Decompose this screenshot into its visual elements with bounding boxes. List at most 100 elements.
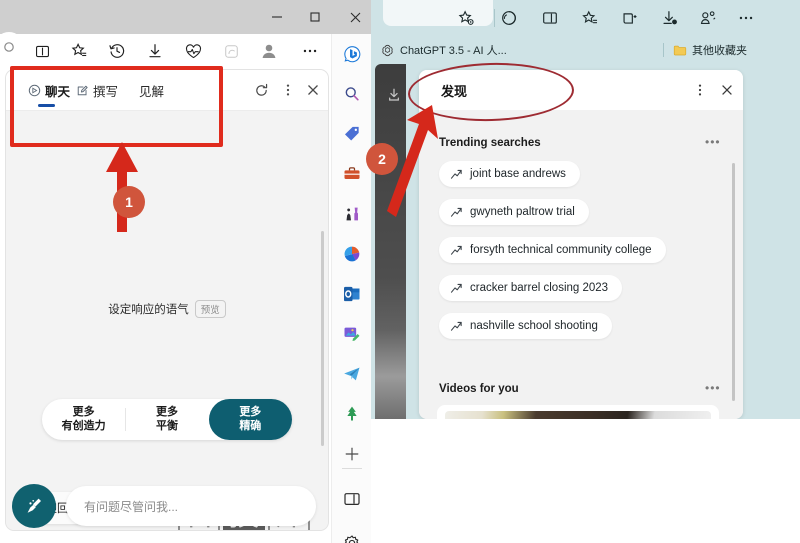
- chat-input[interactable]: 有问题尽管问我...: [66, 486, 316, 526]
- video-thumbnail: [445, 411, 711, 419]
- trending-chip-label: cracker barrel closing 2023: [470, 282, 609, 294]
- favorites-icon[interactable]: [577, 5, 603, 31]
- close-icon[interactable]: [303, 80, 323, 100]
- tone-selector: 更多 有创造力 更多 平衡 更多 精确: [42, 399, 292, 440]
- add-favorite-icon[interactable]: [453, 5, 479, 31]
- right-window-content: 发现 Trending searches ••• joint base andr…: [371, 64, 800, 419]
- sidebar-item-telegram[interactable]: [336, 358, 368, 390]
- more-options-icon[interactable]: [733, 5, 759, 31]
- page-background-strip: [375, 64, 406, 419]
- copilot-chat-pane: 聊天 撰写 见解 设定响应的语气 预览 更多 有创造力 更多 平衡 更多 精确 …: [6, 70, 328, 530]
- sidebar-divider: [342, 468, 362, 469]
- trending-chip-label: joint base andrews: [470, 168, 566, 180]
- edge-grey-icon[interactable]: [218, 38, 244, 64]
- left-window-toolbar: [0, 32, 371, 66]
- trending-chip[interactable]: joint base andrews: [439, 161, 580, 187]
- bookmarks-bar: ChatGPT 3.5 - AI 人... 其他收藏夹: [371, 36, 800, 64]
- tab-chat[interactable]: 聊天: [28, 79, 70, 101]
- more-options-icon[interactable]: [297, 38, 323, 64]
- tone-precise-line2: 精确: [239, 419, 262, 432]
- history-icon[interactable]: [104, 38, 130, 64]
- tone-balanced-line2: 平衡: [155, 419, 178, 432]
- collections-icon[interactable]: [29, 38, 55, 64]
- bookmark-other-favorites[interactable]: 其他收藏夹: [673, 41, 747, 59]
- toolbar-divider: [494, 9, 495, 27]
- sidebar-item-tools[interactable]: [336, 158, 368, 190]
- copilot-scrollbar[interactable]: [321, 231, 324, 446]
- chat-composer-row: 有问题尽管问我...: [6, 475, 328, 537]
- tab-insights-label: 见解: [139, 84, 165, 99]
- trend-arrow-icon: [450, 283, 462, 293]
- trending-chip[interactable]: nashville school shooting: [439, 313, 612, 339]
- favorites-icon[interactable]: [66, 38, 92, 64]
- screenshot-root: 聊天 撰写 见解 设定响应的语气 预览 更多 有创造力 更多 平衡 更多 精确 …: [0, 0, 800, 543]
- downloads-icon[interactable]: [142, 38, 168, 64]
- discover-panel-scrollbar[interactable]: [732, 163, 735, 401]
- tab-partial-icon[interactable]: [0, 32, 24, 62]
- add-sidebar-app-icon: [345, 447, 359, 461]
- section-more-videos[interactable]: •••: [705, 381, 721, 395]
- chat-input-placeholder: 有问题尽管问我...: [84, 499, 179, 514]
- trending-chip[interactable]: forsyth technical community college: [439, 237, 666, 263]
- tone-creative-line1: 更多: [72, 405, 95, 418]
- right-browser-window: ChatGPT 3.5 - AI 人... 其他收藏夹 发现 Trending …: [371, 0, 800, 419]
- tone-option-precise[interactable]: 更多 精确: [208, 399, 292, 440]
- section-more-trending[interactable]: •••: [705, 135, 721, 149]
- downloads-icon[interactable]: [657, 5, 683, 31]
- list-item: nashville school shooting: [439, 313, 729, 351]
- designer-icon: [344, 327, 360, 341]
- trending-searches-list: joint base andrews gwyneth paltrow trial: [439, 161, 729, 351]
- sidebar-item-split-screen[interactable]: [336, 483, 368, 515]
- collections-icon[interactable]: [617, 5, 643, 31]
- sidebar-item-designer[interactable]: [336, 318, 368, 350]
- sidebar-settings-icon: [344, 535, 359, 543]
- sidebar-item-tree[interactable]: [336, 398, 368, 430]
- broom-icon[interactable]: [12, 484, 56, 528]
- profile-icon[interactable]: [256, 38, 282, 64]
- tone-label: 设定响应的语气: [108, 304, 189, 316]
- tools-briefcase-icon: [344, 167, 360, 179]
- split-screen-icon[interactable]: [537, 5, 563, 31]
- shopping-tag-icon: [345, 126, 359, 141]
- sidebar-item-add-app[interactable]: [336, 438, 368, 470]
- minimize-button[interactable]: [262, 4, 292, 30]
- tone-option-balanced[interactable]: 更多 平衡: [125, 399, 208, 440]
- sidebar-item-outlook[interactable]: [336, 278, 368, 310]
- browser-essentials-icon[interactable]: [180, 38, 206, 64]
- sidebar-item-games[interactable]: [336, 198, 368, 230]
- bookmark-chatgpt[interactable]: ChatGPT 3.5 - AI 人...: [381, 41, 507, 59]
- kebab-menu-icon[interactable]: [278, 80, 298, 100]
- refresh-icon[interactable]: [251, 80, 271, 100]
- list-item: cracker barrel closing 2023: [439, 275, 729, 313]
- profiles-icon[interactable]: [695, 5, 721, 31]
- tone-label-row: 设定响应的语气 预览: [6, 300, 328, 318]
- sidebar-item-settings[interactable]: [336, 527, 368, 543]
- trend-arrow-icon: [450, 245, 462, 255]
- sidebar-item-office[interactable]: [336, 238, 368, 270]
- trend-arrow-icon: [450, 321, 462, 331]
- maximize-button[interactable]: [300, 4, 330, 30]
- sidebar-item-shopping[interactable]: [336, 118, 368, 150]
- close-icon[interactable]: [718, 81, 736, 99]
- kebab-menu-icon[interactable]: [691, 81, 709, 99]
- sidebar-item-bing-chat[interactable]: [336, 38, 368, 70]
- sidebar-item-search[interactable]: [336, 78, 368, 110]
- close-window-button[interactable]: [340, 4, 370, 30]
- annotation-badge-2: 2: [366, 143, 398, 175]
- left-browser-window: 聊天 撰写 见解 设定响应的语气 预览 更多 有创造力 更多 平衡 更多 精确 …: [0, 0, 371, 543]
- tone-preview-badge[interactable]: 预览: [194, 300, 226, 318]
- tone-balanced-line1: 更多: [155, 405, 178, 418]
- trending-chip[interactable]: gwyneth paltrow trial: [439, 199, 589, 225]
- trending-chip[interactable]: cracker barrel closing 2023: [439, 275, 623, 301]
- tab-insights[interactable]: 见解: [139, 79, 164, 101]
- downloads-icon[interactable]: [385, 86, 403, 104]
- annotation-badge-1: 1: [113, 186, 145, 218]
- telegram-icon: [344, 367, 360, 381]
- discover-panel-title: 发现: [441, 84, 468, 99]
- browser-essentials-icon[interactable]: [496, 5, 522, 31]
- trend-arrow-icon: [450, 169, 462, 179]
- video-card[interactable]: [437, 405, 719, 419]
- bing-chat-icon: [344, 46, 361, 63]
- tone-option-creative[interactable]: 更多 有创造力: [42, 399, 125, 440]
- tab-compose[interactable]: 撰写: [76, 79, 118, 101]
